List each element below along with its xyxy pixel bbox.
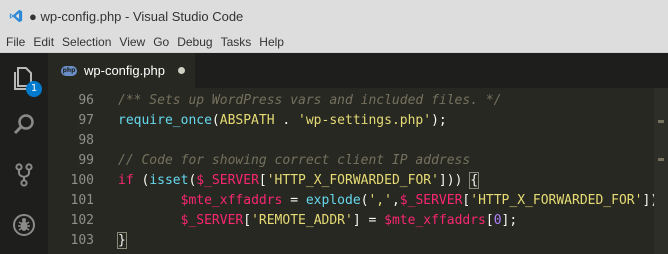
code-token: ABSPATH: [219, 113, 275, 128]
search-button[interactable]: [0, 103, 48, 147]
code-line[interactable]: 101 $mte_xffaddrs = explode(',',$_SERVER…: [48, 191, 668, 211]
line-number: 103: [70, 233, 94, 248]
code-token: $_SERVER: [399, 193, 463, 208]
code-token: 'REMOTE_ADDR': [251, 213, 353, 228]
code-token: }: [117, 232, 127, 249]
code-token: [: [243, 213, 252, 228]
title-bar: ● wp-config.php - Visual Studio Code: [0, 0, 668, 32]
code-token: $_SERVER: [180, 213, 244, 228]
line-code: require_once(ABSPATH . 'wp-settings.php'…: [118, 111, 447, 131]
code-token: 0: [493, 213, 502, 228]
line-number: 99: [78, 153, 94, 168]
code-token: [: [258, 173, 267, 188]
code-token: explode: [305, 193, 361, 208]
line-code: /** Sets up WordPress vars and included …: [118, 91, 502, 111]
code-token: $mte_xffaddrs: [384, 213, 486, 228]
code-token: require_once: [118, 113, 212, 128]
code-token: [: [485, 213, 494, 228]
code-line[interactable]: 102 $_SERVER['REMOTE_ADDR'] = $mte_xffad…: [48, 211, 668, 231]
code-token: (: [133, 173, 150, 188]
code-line[interactable]: 99 // Code for showing correct client IP …: [48, 151, 668, 171]
vscode-logo-icon: [9, 9, 23, 23]
code-token: 'wp-settings.php': [298, 113, 432, 128]
menu-go[interactable]: Go: [149, 32, 173, 53]
code-line[interactable]: 100 if (isset($_SERVER['HTTP_X_FORWARDED_…: [48, 171, 668, 191]
code-line[interactable]: 97 require_once(ABSPATH . 'wp-settings.ph…: [48, 111, 668, 131]
code-line[interactable]: 103}: [48, 231, 668, 251]
menu-selection[interactable]: Selection: [58, 32, 115, 53]
unsaved-dot-icon[interactable]: [178, 67, 185, 74]
code-token: ] =: [352, 213, 385, 228]
line-number: 96: [78, 93, 94, 108]
menu-help[interactable]: Help: [255, 32, 288, 53]
source-control-button[interactable]: [0, 153, 48, 197]
menu-view[interactable]: View: [115, 32, 149, 53]
menu-tasks[interactable]: Tasks: [217, 32, 256, 53]
line-code: $mte_xffaddrs = explode(',',$_SERVER['HT…: [118, 191, 666, 211]
code-token: // Code for showing correct client IP ad…: [118, 153, 471, 168]
debug-icon: [13, 214, 35, 236]
code-token: ',': [368, 193, 392, 208]
code-token: $mte_xffaddrs: [180, 193, 283, 208]
explorer-button[interactable]: 1: [0, 56, 48, 100]
code-token: $_SERVER: [196, 173, 259, 188]
code-token: if: [118, 173, 134, 188]
ruler-mark: [658, 158, 664, 161]
explorer-badge: 1: [26, 81, 42, 97]
source-control-icon: [15, 163, 33, 187]
search-icon: [13, 114, 34, 135]
code-token: =: [282, 193, 306, 208]
line-number: 102: [70, 213, 94, 228]
code-token: isset: [149, 173, 189, 188]
line-number: 101: [70, 193, 94, 208]
line-code: }: [117, 231, 127, 251]
line-number: 97: [78, 113, 94, 128]
code-token: 'HTTP_X_FORWARDED_FOR': [266, 173, 439, 188]
code-token: ];: [501, 213, 518, 228]
code-token: ,: [391, 193, 400, 208]
debug-button[interactable]: [0, 203, 48, 247]
activity-bar: 1: [0, 53, 48, 254]
menu-edit[interactable]: Edit: [29, 32, 58, 53]
code-token: (: [211, 113, 220, 128]
overview-ruler[interactable]: [654, 88, 668, 254]
code-token: {: [469, 172, 480, 189]
code-token: /** Sets up WordPress vars and included …: [118, 93, 502, 108]
code-token: .: [274, 113, 299, 128]
line-code: if (isset($_SERVER['HTTP_X_FORWARDED_FOR…: [118, 171, 480, 191]
menu-bar: File Edit Selection View Go Debug Tasks …: [0, 32, 668, 53]
code-token: 'HTTP_X_FORWARDED_FOR': [470, 193, 643, 208]
ruler-mark: [658, 120, 664, 123]
menu-debug[interactable]: Debug: [173, 32, 216, 53]
code-token: );: [431, 113, 447, 128]
line-code: $_SERVER['REMOTE_ADDR'] = $mte_xffaddrs[…: [118, 211, 518, 231]
php-file-icon: php: [61, 65, 77, 76]
code-token: ])): [438, 173, 471, 188]
line-number: 98: [78, 133, 94, 148]
menu-file[interactable]: File: [0, 32, 29, 53]
line-code: // Code for showing correct client IP ad…: [118, 151, 470, 171]
code-line[interactable]: 98: [48, 131, 668, 151]
code-editor[interactable]: 96 /** Sets up WordPress vars and include…: [48, 88, 668, 254]
code-line[interactable]: 96 /** Sets up WordPress vars and include…: [48, 91, 668, 111]
window-title: ● wp-config.php - Visual Studio Code: [29, 8, 244, 24]
line-number: 100: [70, 173, 94, 188]
